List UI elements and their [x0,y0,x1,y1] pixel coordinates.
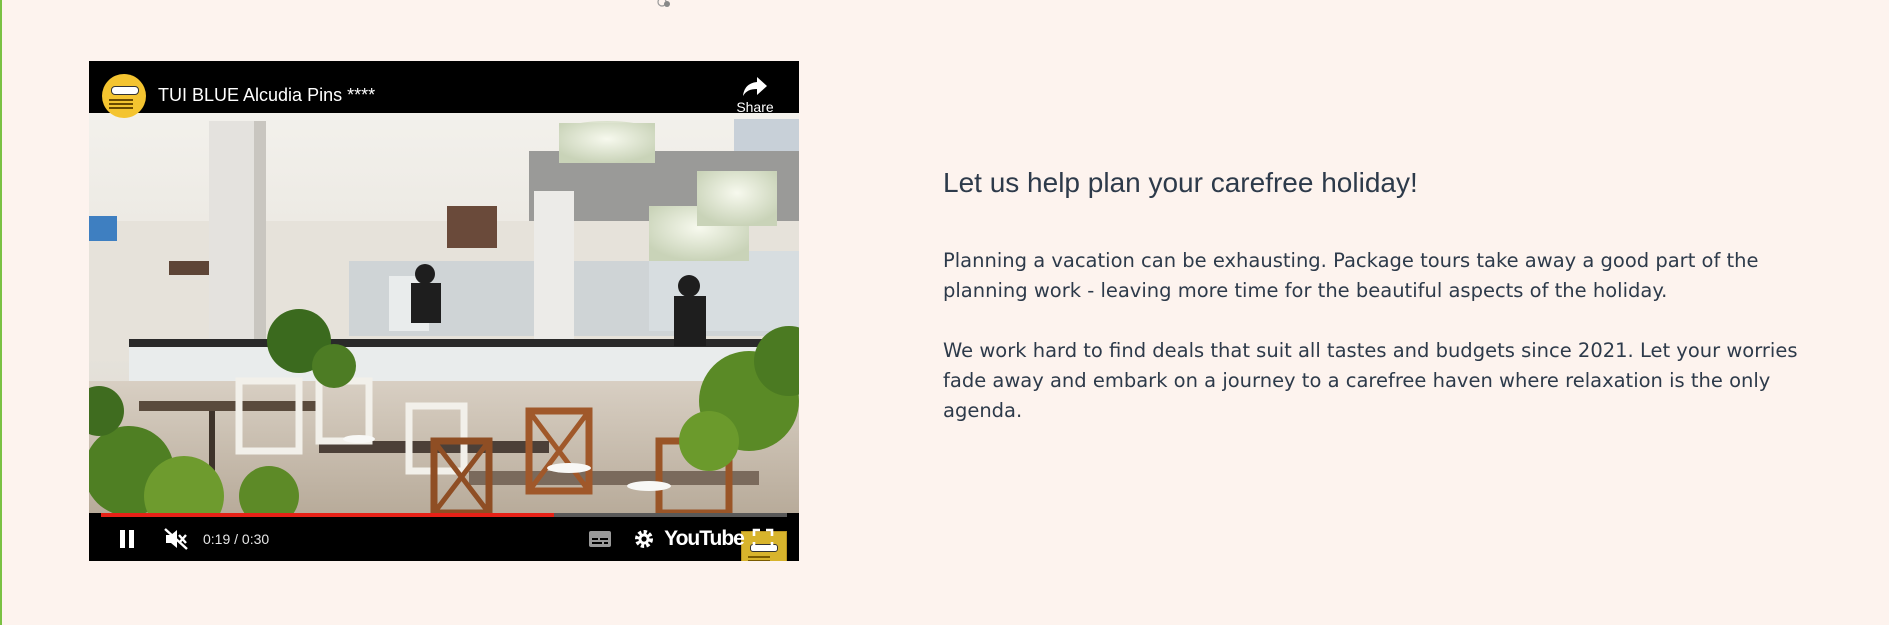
share-label: Share [736,99,774,115]
subtitles-button[interactable] [584,517,616,561]
settings-button[interactable] [628,517,660,561]
video-player[interactable]: TUI BLUE Alcudia Pins **** Share 0:19 / … [89,61,799,561]
channel-logo[interactable] [102,74,146,118]
youtube-logo-button[interactable]: YouTube [664,517,745,561]
share-icon [743,77,767,96]
intro-paragraph: Planning a vacation can be exhausting. P… [943,249,1759,302]
mute-button[interactable] [158,517,194,561]
left-accent-bar [0,0,2,625]
fullscreen-icon [752,528,774,550]
fullscreen-button[interactable] [746,517,780,561]
pause-icon [120,530,134,548]
muted-volume-icon [164,528,188,550]
share-button[interactable]: Share [725,75,785,125]
section-heading: Let us help plan your carefree holiday! [943,167,1418,198]
settings-gear-icon [635,530,653,548]
time-display: 0:19 / 0:30 [203,531,270,547]
pause-button[interactable] [110,517,144,561]
cursor-icon [657,0,670,7]
player-controls: 0:19 / 0:30 YouTube [89,517,799,561]
subtitles-icon [589,531,611,547]
mission-paragraph: We work hard to find deals that suit all… [943,339,1798,422]
video-frame[interactable] [89,111,799,513]
video-title[interactable]: TUI BLUE Alcudia Pins **** [158,85,375,106]
